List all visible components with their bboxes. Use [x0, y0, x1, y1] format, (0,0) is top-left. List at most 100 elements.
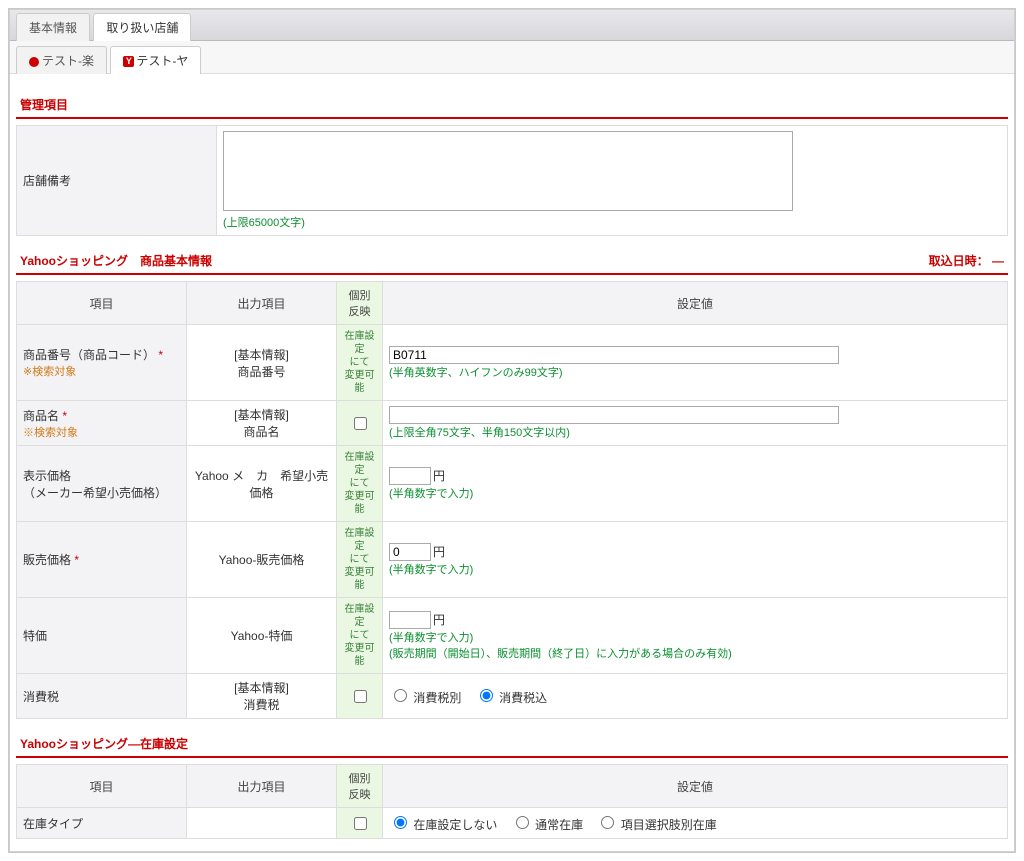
app-frame: 基本情報 取り扱い店舗 テスト-楽 Yテスト-ヤ 管理項目 店舗備考 (上限65…: [8, 8, 1016, 853]
admin-value-cell: (上限65000文字): [217, 126, 1008, 236]
row-product-code-output: [基本情報]商品番号: [187, 325, 337, 401]
row-product-name-label: 商品名 * ※検索対象: [17, 401, 187, 446]
section-title-basic: Yahooショッピング 商品基本情報 取込日時： ―: [16, 246, 1008, 275]
yen-label: 円: [433, 469, 445, 483]
basic-info-table: 項目 出力項目 個別反映 設定値 商品番号（商品コード） * ※検索対象 [基本…: [16, 281, 1008, 719]
row-sale-price-output: Yahoo-販売価格: [187, 522, 337, 598]
tab-test-raku[interactable]: テスト-楽: [16, 46, 107, 74]
product-name-hint: (上限全角75文字、半角150文字以内): [389, 427, 570, 439]
stock-opt-option[interactable]: 項目選択肢別在庫: [596, 818, 716, 832]
row-tax-output: [基本情報]消費税: [187, 674, 337, 719]
row-list-price-kobetsu: 在庫設定 にて 変更可能: [337, 446, 383, 522]
row-product-name-output: [基本情報]商品名: [187, 401, 337, 446]
row-special-price-kobetsu: 在庫設定 にて 変更可能: [337, 598, 383, 674]
row-tax-value: 消費税別 消費税込: [383, 674, 1008, 719]
section-title-stock: Yahooショッピング―在庫設定: [16, 729, 1008, 758]
hdr-value: 設定値: [383, 282, 1008, 325]
store-remarks-limit: (上限65000文字): [223, 217, 305, 229]
row-product-code-value: (半角英数字、ハイフンのみ99文字): [383, 325, 1008, 401]
tabbar-1: 基本情報 取り扱い店舗: [10, 10, 1014, 41]
list-price-input[interactable]: [389, 467, 431, 485]
import-date-value: ―: [992, 254, 1004, 268]
row-sale-price-label: 販売価格 *: [17, 522, 187, 598]
special-price-hint2: (販売期間（開始日）、販売期間（終了日）に入力がある場合のみ有効): [389, 648, 732, 660]
special-price-hint: (半角数字で入力): [389, 632, 473, 644]
row-list-price-value: 円 (半角数字で入力): [383, 446, 1008, 522]
stock-opt-normal[interactable]: 通常在庫: [511, 818, 587, 832]
hdr-kobetsu: 個別反映: [337, 282, 383, 325]
row-tax-kobetsu: [337, 674, 383, 719]
tab-basic-info[interactable]: 基本情報: [16, 13, 90, 41]
import-date-label: 取込日時：: [929, 254, 989, 268]
row-tax: 消費税 [基本情報]消費税 消費税別: [17, 674, 1008, 719]
row-special-price: 特価 Yahoo-特価 在庫設定 にて 変更可能 円 (半角数字で入力) (販売…: [17, 598, 1008, 674]
tax-opt-inclusive[interactable]: 消費税込: [475, 691, 547, 705]
row-sale-price-kobetsu: 在庫設定 にて 変更可能: [337, 522, 383, 598]
admin-row-remarks: 店舗備考 (上限65000文字): [17, 126, 1008, 236]
hdr-item: 項目: [17, 282, 187, 325]
stock-radio-option[interactable]: [601, 816, 614, 829]
stock-type-kobetsu-checkbox[interactable]: [354, 817, 367, 830]
tax-kobetsu-checkbox[interactable]: [354, 690, 367, 703]
product-name-input[interactable]: [389, 406, 839, 424]
hdr-item-2: 項目: [17, 765, 187, 808]
bullet-icon: [29, 57, 39, 67]
row-product-code-label: 商品番号（商品コード） * ※検索対象: [17, 325, 187, 401]
stock-opt-option-label: 項目選択肢別在庫: [621, 818, 717, 832]
section-title-basic-text: Yahooショッピング 商品基本情報: [20, 254, 212, 268]
product-code-hint: (半角英数字、ハイフンのみ99文字): [389, 367, 563, 379]
row-list-price: 表示価格 （メーカー希望小売価格） Yahoo メ カ 希望小売価格 在庫設定 …: [17, 446, 1008, 522]
tax-opt-exclusive[interactable]: 消費税別: [389, 691, 465, 705]
tax-radio-exclusive[interactable]: [394, 689, 407, 702]
tax-opt-exclusive-label: 消費税別: [413, 691, 461, 705]
row-stock-type-label: 在庫タイプ: [17, 808, 187, 839]
product-name-kobetsu-checkbox[interactable]: [354, 417, 367, 430]
yen-label-2: 円: [433, 545, 445, 559]
hdr-kobetsu-2: 個別反映: [337, 765, 383, 808]
row-product-name: 商品名 * ※検索対象 [基本情報]商品名 (上限全角75文字、半角150文字以…: [17, 401, 1008, 446]
tab-test-ya[interactable]: Yテスト-ヤ: [110, 46, 201, 74]
hdr-output: 出力項目: [187, 282, 337, 325]
tax-radio-inclusive[interactable]: [480, 689, 493, 702]
row-sale-price: 販売価格 * Yahoo-販売価格 在庫設定 にて 変更可能 円 (半角数字で入…: [17, 522, 1008, 598]
row-sale-price-value: 円 (半角数字で入力): [383, 522, 1008, 598]
stock-table: 項目 出力項目 個別反映 設定値 在庫タイプ: [16, 764, 1008, 839]
row-product-code: 商品番号（商品コード） * ※検索対象 [基本情報]商品番号 在庫設定 にて 変…: [17, 325, 1008, 401]
hdr-value-2: 設定値: [383, 765, 1008, 808]
product-code-input[interactable]: [389, 346, 839, 364]
row-stock-type: 在庫タイプ 在庫設定しない 通常在庫: [17, 808, 1008, 839]
stock-opt-none-label: 在庫設定しない: [413, 818, 497, 832]
sale-price-input[interactable]: [389, 543, 431, 561]
y-icon: Y: [123, 56, 134, 67]
row-special-price-value: 円 (半角数字で入力) (販売期間（開始日）、販売期間（終了日）に入力がある場合…: [383, 598, 1008, 674]
special-price-input[interactable]: [389, 611, 431, 629]
stock-opt-none[interactable]: 在庫設定しない: [389, 818, 501, 832]
row-product-name-kobetsu: [337, 401, 383, 446]
tabbar-2: テスト-楽 Yテスト-ヤ: [10, 41, 1014, 74]
store-remarks-textarea[interactable]: [223, 131, 793, 211]
row-stock-type-output: [187, 808, 337, 839]
stock-opt-normal-label: 通常在庫: [535, 818, 583, 832]
row-product-name-value: (上限全角75文字、半角150文字以内): [383, 401, 1008, 446]
admin-label: 店舗備考: [17, 126, 217, 236]
sale-price-hint: (半角数字で入力): [389, 564, 473, 576]
stock-radio-none[interactable]: [394, 816, 407, 829]
section-title-admin: 管理項目: [16, 90, 1008, 119]
basic-header-row: 項目 出力項目 個別反映 設定値: [17, 282, 1008, 325]
row-tax-label: 消費税: [17, 674, 187, 719]
tax-opt-inclusive-label: 消費税込: [499, 691, 547, 705]
hdr-output-2: 出力項目: [187, 765, 337, 808]
tab-stores[interactable]: 取り扱い店舗: [93, 13, 191, 41]
row-list-price-output: Yahoo メ カ 希望小売価格: [187, 446, 337, 522]
row-list-price-label: 表示価格 （メーカー希望小売価格）: [17, 446, 187, 522]
row-special-price-label: 特価: [17, 598, 187, 674]
row-stock-type-kobetsu: [337, 808, 383, 839]
tab-test-raku-label: テスト-楽: [42, 54, 94, 68]
tab-test-ya-label: テスト-ヤ: [136, 54, 188, 68]
stock-radio-normal[interactable]: [516, 816, 529, 829]
stock-header-row: 項目 出力項目 個別反映 設定値: [17, 765, 1008, 808]
row-product-code-kobetsu: 在庫設定 にて 変更可能: [337, 325, 383, 401]
row-special-price-output: Yahoo-特価: [187, 598, 337, 674]
import-date: 取込日時： ―: [929, 252, 1004, 269]
content-area: 管理項目 店舗備考 (上限65000文字) Yahooショッピング 商品基本情報…: [10, 74, 1014, 851]
